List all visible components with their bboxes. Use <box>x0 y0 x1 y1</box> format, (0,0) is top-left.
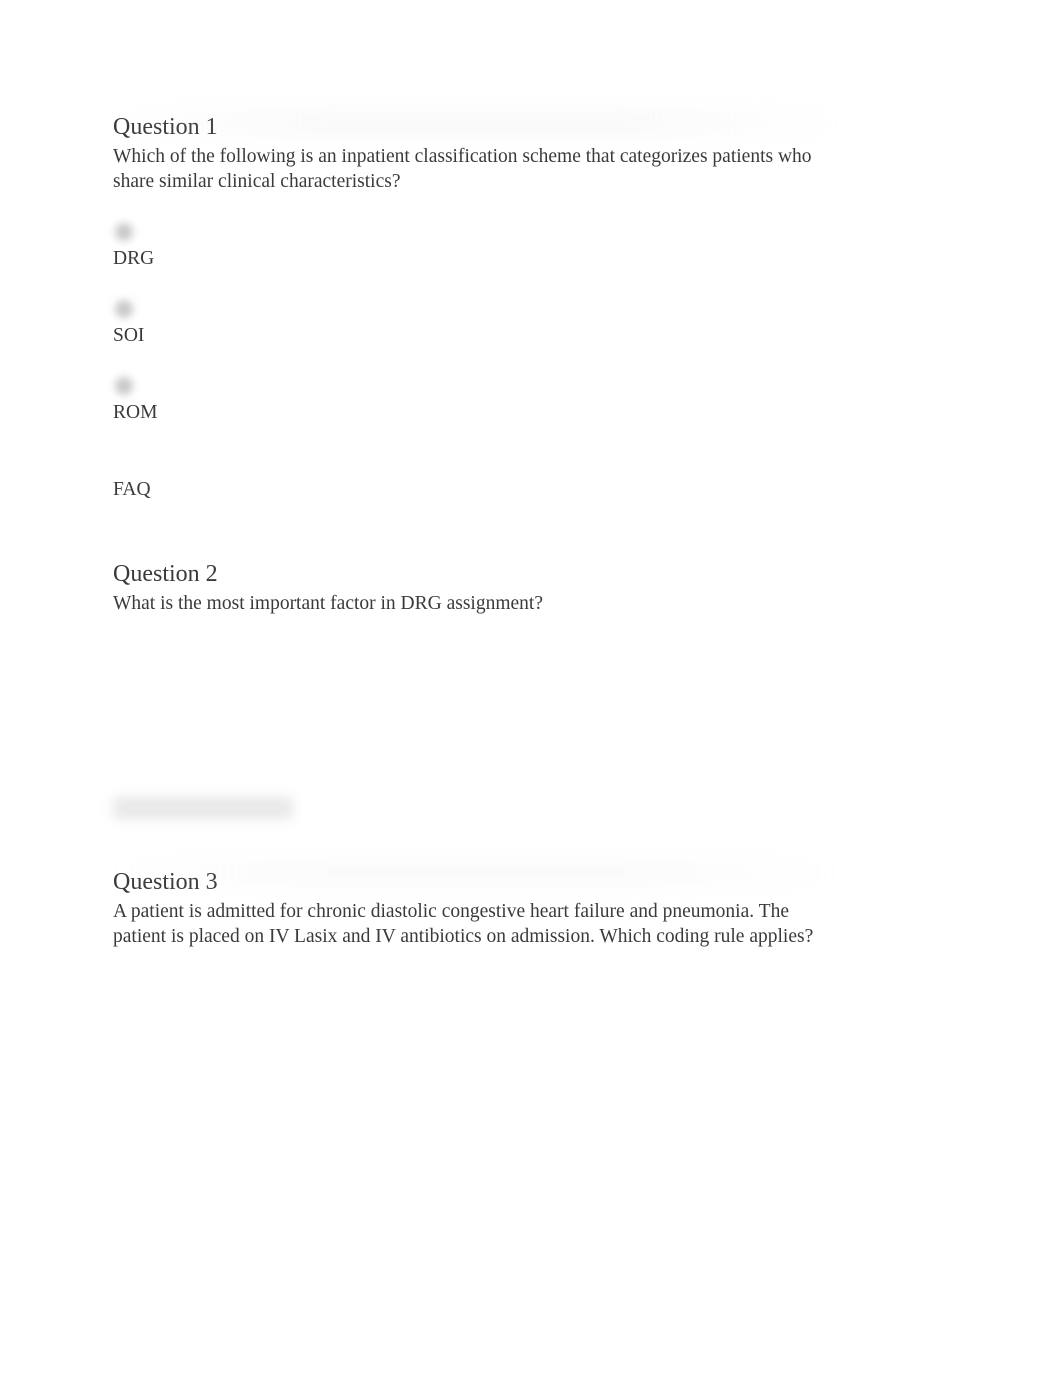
question-block-3: Question 3 A patient is admitted for chr… <box>113 867 949 950</box>
question-block-1: Question 1 Which of the following is an … <box>113 112 949 503</box>
radio-icon[interactable] <box>115 300 133 318</box>
question-title: Question 1 <box>113 112 949 143</box>
answer-option[interactable]: FAQ <box>113 454 949 503</box>
answer-option[interactable]: SOI <box>113 300 949 349</box>
page-content: Question 1 Which of the following is an … <box>0 0 1062 950</box>
question-text: A patient is admitted for chronic diasto… <box>113 900 833 950</box>
question-title: Question 3 <box>113 867 949 898</box>
question-title: Question 2 <box>113 559 949 590</box>
answer-label: DRG <box>113 247 949 272</box>
answer-label: ROM <box>113 401 949 426</box>
question-text: Which of the following is an inpatient c… <box>113 145 833 195</box>
answer-label: FAQ <box>113 478 949 503</box>
question-block-2: Question 2 What is the most important fa… <box>113 559 949 819</box>
obscured-content <box>113 797 293 819</box>
radio-icon[interactable] <box>115 377 133 395</box>
answer-option[interactable]: DRG <box>113 223 949 272</box>
answer-option[interactable]: ROM <box>113 377 949 426</box>
radio-icon[interactable] <box>115 223 133 241</box>
answer-label: SOI <box>113 324 949 349</box>
question-text: What is the most important factor in DRG… <box>113 592 833 617</box>
